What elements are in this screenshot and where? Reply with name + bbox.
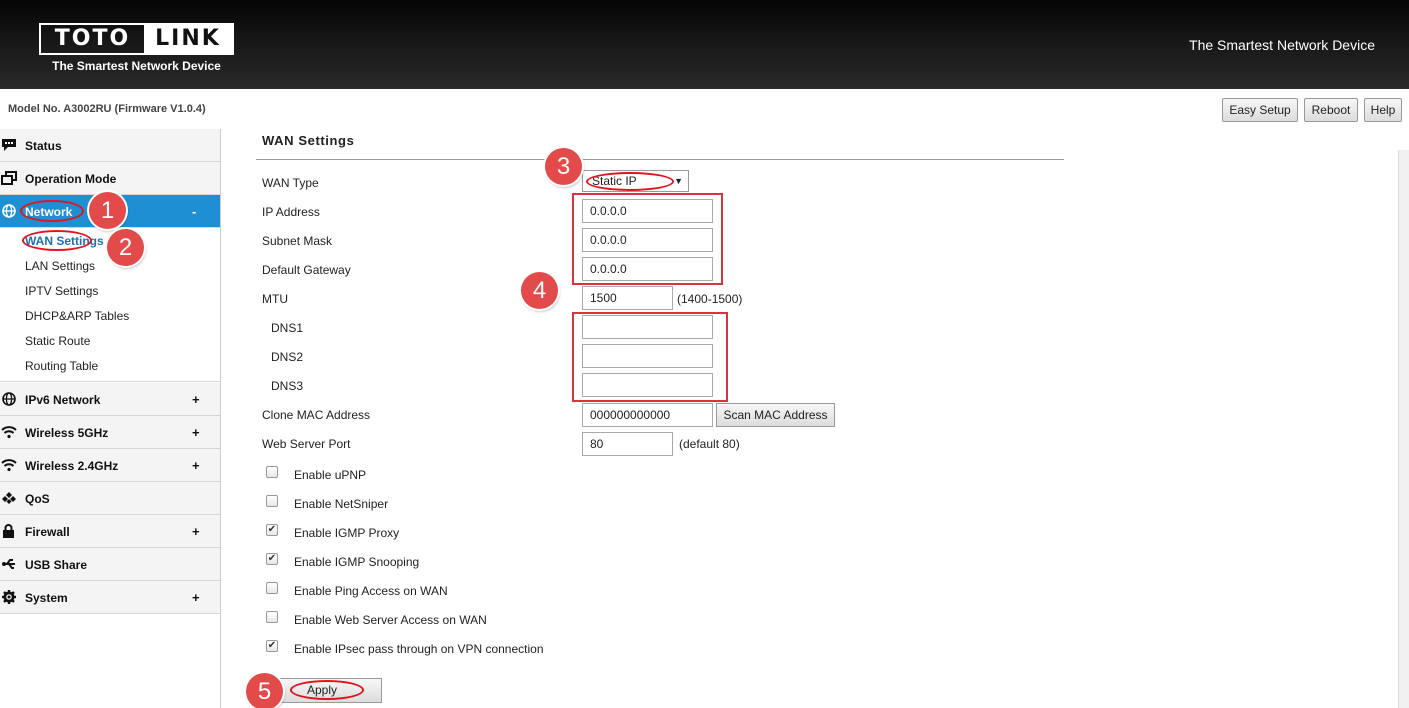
step-marker-2: 2 bbox=[107, 229, 144, 266]
web-port-input[interactable] bbox=[582, 432, 673, 456]
header-banner: TOTO LINK The Smartest Network Device Th… bbox=[0, 0, 1409, 89]
lock-icon bbox=[3, 524, 14, 538]
step-marker-4: 4 bbox=[521, 272, 558, 309]
netsniper-checkbox[interactable] bbox=[266, 495, 278, 507]
expand-toggle[interactable]: + bbox=[192, 458, 200, 473]
sidebar-item-ipv6-network[interactable]: IPv6 Network + bbox=[0, 383, 220, 416]
easy-setup-button[interactable]: Easy Setup bbox=[1222, 98, 1298, 122]
vertical-scrollbar[interactable] bbox=[1398, 150, 1409, 708]
ping-wan-label: Enable Ping Access on WAN bbox=[294, 584, 448, 598]
globe-icon bbox=[2, 204, 16, 218]
step-marker-5: 5 bbox=[246, 673, 283, 708]
highlight-box-ip-fields bbox=[572, 193, 723, 285]
web-server-wan-label: Enable Web Server Access on WAN bbox=[294, 613, 487, 627]
wifi-icon bbox=[1, 426, 17, 439]
sidebar-item-usb-share[interactable]: USB Share bbox=[0, 548, 220, 581]
web-port-label: Web Server Port bbox=[262, 437, 351, 451]
default-gateway-label: Default Gateway bbox=[262, 263, 351, 277]
page-title: WAN Settings bbox=[262, 133, 355, 148]
ipsec-passthrough-checkbox[interactable]: ✔ bbox=[266, 640, 278, 652]
ipsec-passthrough-label: Enable IPsec pass through on VPN connect… bbox=[294, 642, 544, 656]
sidebar-item-label: Operation Mode bbox=[25, 172, 117, 186]
qos-icon bbox=[2, 492, 16, 504]
sidebar-item-label: System bbox=[25, 591, 68, 605]
sidebar-item-operation-mode[interactable]: Operation Mode bbox=[0, 162, 220, 195]
sidebar-item-label: USB Share bbox=[25, 558, 88, 572]
logo-subtitle: The Smartest Network Device bbox=[52, 59, 221, 73]
title-divider bbox=[256, 159, 1064, 160]
sidebar-item-firewall[interactable]: Firewall + bbox=[0, 515, 220, 548]
upnp-label: Enable uPNP bbox=[294, 468, 367, 482]
help-button[interactable]: Help bbox=[1364, 98, 1402, 122]
wan-type-label: WAN Type bbox=[262, 176, 319, 190]
windows-icon bbox=[1, 171, 17, 185]
header-tagline: The Smartest Network Device bbox=[1189, 37, 1375, 53]
sidebar-item-label: Wireless 5GHz bbox=[25, 426, 109, 440]
sidebar-item-label: IPv6 Network bbox=[25, 393, 101, 407]
expand-toggle[interactable]: + bbox=[192, 392, 200, 407]
sidebar-item-label: Status bbox=[25, 139, 62, 153]
clone-mac-label: Clone MAC Address bbox=[262, 408, 371, 422]
sidebar-item-label: QoS bbox=[25, 492, 50, 506]
igmp-proxy-label: Enable IGMP Proxy bbox=[294, 526, 400, 540]
submenu-static-route[interactable]: Static Route bbox=[25, 334, 90, 348]
highlight-ring-wan-type bbox=[586, 172, 674, 191]
web-port-hint: (default 80) bbox=[679, 437, 740, 451]
upnp-checkbox[interactable] bbox=[266, 466, 278, 478]
subnet-mask-label: Subnet Mask bbox=[262, 234, 333, 248]
ping-wan-checkbox[interactable] bbox=[266, 582, 278, 594]
totolink-logo: TOTO LINK bbox=[39, 23, 234, 55]
gear-icon bbox=[2, 590, 16, 604]
wifi-icon bbox=[1, 459, 17, 472]
mtu-label: MTU bbox=[262, 292, 288, 306]
globe-icon bbox=[2, 392, 16, 406]
reboot-button[interactable]: Reboot bbox=[1304, 98, 1358, 122]
netsniper-label: Enable NetSniper bbox=[294, 497, 389, 511]
step-marker-1: 1 bbox=[89, 192, 126, 229]
sidebar-item-wireless-5ghz[interactable]: Wireless 5GHz + bbox=[0, 416, 220, 449]
scan-mac-button[interactable]: Scan MAC Address bbox=[716, 403, 835, 427]
sidebar-item-qos[interactable]: QoS bbox=[0, 482, 220, 515]
sidebar-item-wireless-24ghz[interactable]: Wireless 2.4GHz + bbox=[0, 449, 220, 482]
usb-icon bbox=[2, 559, 15, 569]
logo-word-link: LINK bbox=[144, 25, 232, 53]
sidebar-item-status[interactable]: Status bbox=[0, 129, 220, 162]
model-number: Model No. A3002RU (Firmware V1.0.4) bbox=[8, 103, 206, 115]
igmp-proxy-checkbox[interactable]: ✔ bbox=[266, 524, 278, 536]
sidebar-item-system[interactable]: System + bbox=[0, 581, 220, 614]
expand-toggle[interactable]: + bbox=[192, 590, 200, 605]
igmp-snooping-checkbox[interactable]: ✔ bbox=[266, 553, 278, 565]
highlight-ring-network bbox=[20, 200, 84, 222]
ip-address-label: IP Address bbox=[262, 205, 320, 219]
chat-icon bbox=[2, 139, 16, 151]
submenu-routing-table[interactable]: Routing Table bbox=[25, 359, 98, 373]
igmp-snooping-label: Enable IGMP Snooping bbox=[294, 555, 420, 569]
step-marker-3: 3 bbox=[545, 148, 582, 185]
highlight-ring-apply bbox=[290, 680, 364, 700]
sidebar-item-label: Firewall bbox=[25, 525, 70, 539]
submenu-iptv-settings[interactable]: IPTV Settings bbox=[25, 284, 98, 298]
collapse-toggle[interactable]: - bbox=[192, 204, 196, 219]
dns3-label: DNS3 bbox=[271, 379, 304, 393]
dns2-label: DNS2 bbox=[271, 350, 304, 364]
mtu-hint: (1400-1500) bbox=[677, 292, 743, 306]
submenu-lan-settings[interactable]: LAN Settings bbox=[25, 259, 95, 273]
highlight-box-dns-fields bbox=[572, 312, 728, 402]
model-bar: Model No. A3002RU (Firmware V1.0.4) bbox=[0, 89, 1409, 129]
expand-toggle[interactable]: + bbox=[192, 524, 200, 539]
highlight-ring-wan-settings bbox=[22, 230, 92, 251]
mtu-input[interactable] bbox=[582, 286, 673, 310]
expand-toggle[interactable]: + bbox=[192, 425, 200, 440]
logo-word-toto: TOTO bbox=[54, 26, 131, 51]
submenu-dhcp-arp-tables[interactable]: DHCP&ARP Tables bbox=[25, 309, 129, 323]
web-server-wan-checkbox[interactable] bbox=[266, 611, 278, 623]
dropdown-arrow-icon: ▼ bbox=[674, 176, 683, 186]
dns1-label: DNS1 bbox=[271, 321, 304, 335]
sidebar-item-label: Wireless 2.4GHz bbox=[25, 459, 119, 473]
clone-mac-input[interactable] bbox=[582, 403, 713, 427]
